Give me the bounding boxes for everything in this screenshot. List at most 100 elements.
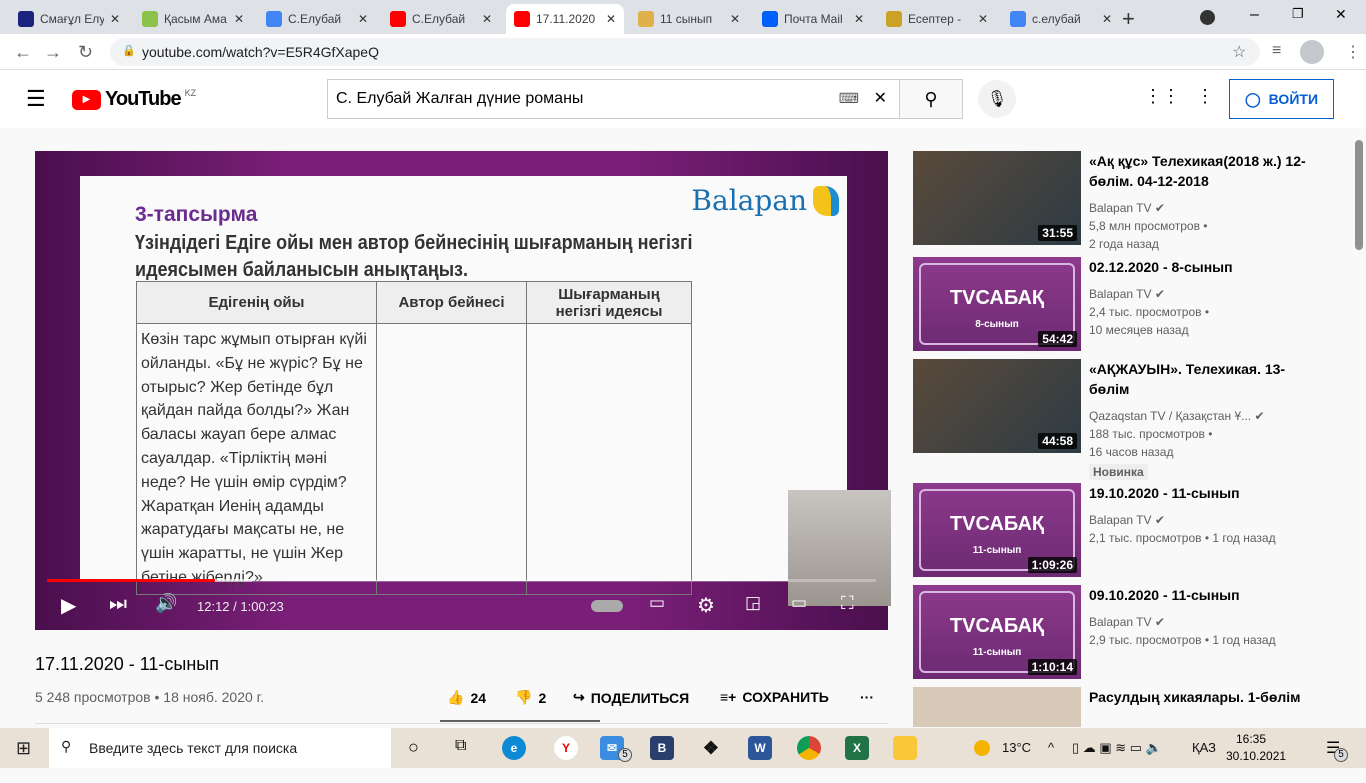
- browser-tab[interactable]: С.Елубай ✕: [382, 4, 500, 34]
- autoplay-toggle[interactable]: [591, 600, 623, 612]
- cortana-icon[interactable]: ○: [408, 737, 419, 758]
- channel-name[interactable]: Balapan TV ✔: [1089, 511, 1165, 529]
- channel-name[interactable]: Balapan TV ✔: [1089, 613, 1165, 631]
- keyboard-icon[interactable]: ⌨: [839, 90, 859, 107]
- settings-gear-icon[interactable]: ⚙: [697, 593, 715, 618]
- video-thumbnail[interactable]: TVСАБАҚ 11-сынып 1:09:26: [913, 483, 1081, 577]
- sign-in-button[interactable]: ◯ ВОЙТИ: [1229, 79, 1334, 119]
- close-window-button[interactable]: ✕: [1335, 6, 1347, 23]
- browser-tab[interactable]: 11 сынып ✕: [630, 4, 748, 34]
- task-view-icon[interactable]: ⧉: [455, 737, 466, 755]
- tray-overflow-icon[interactable]: ^: [1048, 740, 1054, 755]
- channel-label: Qazaqstan TV / Қазақстан Ұ...: [1089, 409, 1252, 423]
- dropbox-icon[interactable]: ❖: [699, 736, 723, 760]
- url-input[interactable]: 🔒 youtube.com/watch?v=E5R4GfXapeQ: [110, 38, 1260, 66]
- close-tab-icon[interactable]: ✕: [978, 12, 988, 26]
- close-tab-icon[interactable]: ✕: [110, 12, 120, 26]
- bookmark-star-icon[interactable]: ☆: [1232, 42, 1246, 62]
- recommended-title[interactable]: 02.12.2020 - 8-сынып: [1089, 257, 1309, 277]
- progress-bar[interactable]: [47, 579, 876, 582]
- video-thumbnail[interactable]: TVСАБАҚ 8-сынып 54:42: [913, 257, 1081, 351]
- recommended-video[interactable]: 31:55 «Ақ құс» Телехикая(2018 ж.) 12-бөлі…: [913, 151, 1353, 251]
- close-tab-icon[interactable]: ✕: [854, 12, 864, 26]
- clock-time[interactable]: 16:35: [1236, 732, 1266, 746]
- minimize-button[interactable]: –: [1250, 6, 1259, 24]
- channel-name[interactable]: Qazaqstan TV / Қазақстан Ұ... ✔: [1089, 407, 1265, 425]
- video-thumbnail[interactable]: [913, 687, 1081, 727]
- recommended-title[interactable]: Расулдың хикаялары. 1-бөлім: [1089, 687, 1309, 707]
- reading-list-icon[interactable]: ≡: [1272, 42, 1281, 60]
- edge-icon[interactable]: e: [502, 736, 526, 760]
- close-tab-icon[interactable]: ✕: [730, 12, 740, 26]
- tab-search-icon[interactable]: [1200, 10, 1215, 25]
- play-icon[interactable]: ▶: [61, 593, 76, 618]
- settings-menu-icon[interactable]: ⋮: [1196, 86, 1214, 107]
- theater-mode-icon[interactable]: ▭: [791, 593, 807, 613]
- profile-avatar[interactable]: [1300, 40, 1324, 64]
- youtube-logo[interactable]: ▶ YouTube KZ: [72, 88, 196, 111]
- miniplayer-icon[interactable]: ◲: [745, 593, 761, 613]
- video-player[interactable]: Balapan 3-тапсырма Үзіндідегі Едіге ойы …: [35, 151, 891, 630]
- recommended-video[interactable]: TVСАБАҚ 8-сынып 54:42 02.12.2020 - 8-сынып B…: [913, 257, 1353, 353]
- subtitles-icon[interactable]: ▭: [649, 593, 665, 613]
- file-explorer-icon[interactable]: [893, 736, 917, 760]
- browser-tab[interactable]: Есептер - ✕: [878, 4, 996, 34]
- close-tab-icon[interactable]: ✕: [234, 12, 244, 26]
- app-b-icon[interactable]: B: [650, 736, 674, 760]
- apps-grid-icon[interactable]: ⋮⋮: [1144, 86, 1180, 107]
- clock-date[interactable]: 30.10.2021: [1226, 749, 1286, 763]
- excel-icon[interactable]: X: [845, 736, 869, 760]
- browser-tab[interactable]: Почта Mail ✕: [754, 4, 872, 34]
- windows-start-icon[interactable]: ⊞: [16, 738, 31, 759]
- recommended-title[interactable]: 19.10.2020 - 11-сынып: [1089, 483, 1309, 503]
- next-icon[interactable]: ⏭: [109, 593, 127, 616]
- weather-icon[interactable]: [974, 740, 990, 756]
- close-tab-icon[interactable]: ✕: [358, 12, 368, 26]
- new-tab-button[interactable]: +: [1122, 6, 1135, 32]
- recommended-title[interactable]: «Ақ құс» Телехикая(2018 ж.) 12-бөлім. 04…: [1089, 151, 1309, 191]
- yandex-icon[interactable]: Y: [554, 736, 578, 760]
- browser-tab[interactable]: Смағұл Елу ✕: [10, 4, 128, 34]
- word-icon[interactable]: W: [748, 736, 772, 760]
- channel-name[interactable]: Balapan TV ✔: [1089, 199, 1165, 217]
- browser-tab[interactable]: 17.11.2020 ✕: [506, 4, 624, 34]
- language-indicator[interactable]: ҚАЗ: [1192, 740, 1216, 755]
- search-button[interactable]: ⚲: [899, 79, 963, 119]
- weather-temp[interactable]: 13°C: [1002, 740, 1031, 755]
- browser-tab[interactable]: С.Елубай ✕: [258, 4, 376, 34]
- forward-icon[interactable]: →: [44, 42, 62, 63]
- recommended-video[interactable]: TVСАБАҚ 11-сынып 1:10:14 09.10.2020 - 11-сы…: [913, 585, 1353, 681]
- dislike-button[interactable]: 👎 2: [515, 689, 546, 706]
- scrollbar-thumb[interactable]: [1355, 140, 1363, 250]
- browser-tab[interactable]: Қасым Ама ✕: [134, 4, 252, 34]
- video-thumbnail[interactable]: 44:58: [913, 359, 1081, 453]
- restore-button[interactable]: ❐: [1292, 6, 1304, 22]
- clear-search-icon[interactable]: ✕: [874, 88, 887, 108]
- video-thumbnail[interactable]: TVСАБАҚ 11-сынып 1:10:14: [913, 585, 1081, 679]
- like-button[interactable]: 👍 24: [447, 689, 486, 706]
- voice-search-icon[interactable]: 🎙: [978, 80, 1016, 118]
- recommended-video[interactable]: 44:58 «АҚЖАУЫН». Телехикая. 13-бөлім Qazaq…: [913, 359, 1353, 480]
- more-actions-icon[interactable]: ···: [860, 689, 874, 705]
- fullscreen-icon[interactable]: ⛶: [841, 593, 854, 614]
- taskbar-search-input[interactable]: ⚲ Введите здесь текст для поиска: [49, 728, 391, 768]
- browser-tab[interactable]: с.елубай ✕: [1002, 4, 1120, 34]
- chrome-icon[interactable]: [797, 736, 821, 760]
- close-tab-icon[interactable]: ✕: [1102, 12, 1112, 26]
- recommended-video[interactable]: TVСАБАҚ 11-сынып 1:09:26 19.10.2020 - 11-сы…: [913, 483, 1353, 579]
- tray-icons[interactable]: ▯ ☁ ▣ ≋ ▭ 🔈: [1072, 740, 1162, 756]
- menu-icon[interactable]: ⋮: [1345, 42, 1361, 62]
- search-input[interactable]: С. Елубай Жалған дүние романы ⌨ ✕: [327, 79, 900, 119]
- channel-name[interactable]: Balapan TV ✔: [1089, 285, 1165, 303]
- video-thumbnail[interactable]: 31:55: [913, 151, 1081, 245]
- close-tab-icon[interactable]: ✕: [606, 12, 616, 26]
- volume-icon[interactable]: 🔊: [155, 593, 177, 614]
- recommended-title[interactable]: «АҚЖАУЫН». Телехикая. 13-бөлім: [1089, 359, 1309, 399]
- back-icon[interactable]: ←: [14, 42, 32, 63]
- hamburger-menu-icon[interactable]: ☰: [26, 86, 46, 112]
- close-tab-icon[interactable]: ✕: [482, 12, 492, 26]
- share-button[interactable]: ↪ ПОДЕЛИТЬСЯ: [573, 689, 689, 706]
- recommended-title[interactable]: 09.10.2020 - 11-сынып: [1089, 585, 1309, 605]
- save-button[interactable]: ≡+ СОХРАНИТЬ: [720, 689, 829, 705]
- reload-icon[interactable]: ↻: [78, 42, 93, 63]
